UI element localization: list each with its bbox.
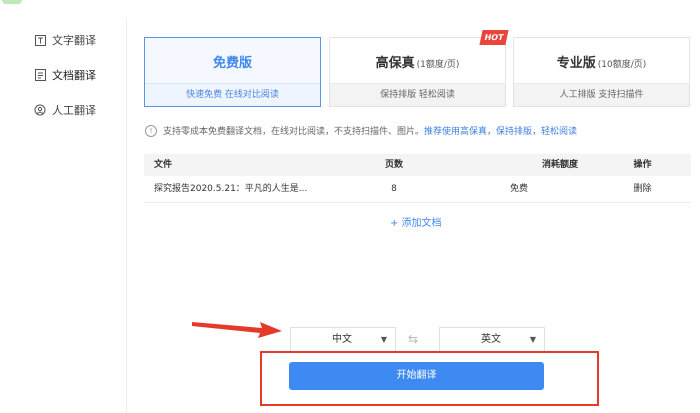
header-cost: 消耗额度	[541, 160, 578, 170]
logo-fragment	[2, 0, 22, 4]
notice-text: 支持零成本免费翻译文档，在线对比阅读，不支持扫描件、图片。	[163, 127, 425, 137]
annotation-arrow-icon	[192, 322, 282, 338]
sidebar-item-label: 文档翻译	[52, 69, 96, 82]
plan-card-professional[interactable]: 专业版 (10额度/页) 人工排版 支持扫描件	[513, 37, 690, 107]
main-panel: 免费版 快速免费 在线对比阅读 高保真 (1额度/页) 保持排版 轻松阅读 HOT…	[127, 18, 700, 413]
plan-title: 高保真	[375, 56, 415, 71]
sidebar-item-label: 文字翻译	[52, 34, 96, 47]
table-row: 探究报告2020.5.21：平凡的人生是... 8 免费 删除	[144, 176, 691, 203]
annotation-highlight-box	[260, 351, 599, 406]
document-icon	[34, 69, 46, 81]
source-language-select[interactable]: 中文 ▼	[290, 327, 396, 353]
sidebar-item-text-translate[interactable]: 文字翻译	[0, 24, 126, 56]
sidebar-item-human-translate[interactable]: 人工翻译	[0, 94, 126, 126]
top-bar	[0, 0, 700, 19]
notice-link[interactable]: 推荐使用高保真，保持排版，轻松阅读	[424, 124, 577, 137]
header-pages: 页数	[384, 160, 403, 170]
caret-down-icon: ▼	[529, 335, 536, 344]
sidebar: 文字翻译 文档翻译 人工翻译	[0, 18, 127, 413]
plan-desc: 保持排版 轻松阅读	[330, 83, 505, 106]
sidebar-item-document-translate[interactable]: 文档翻译	[0, 59, 126, 91]
swap-language-icon[interactable]: ⇆	[408, 332, 418, 346]
header-file: 文件	[154, 160, 173, 170]
plan-desc: 人工排版 支持扫描件	[514, 83, 689, 106]
plan-card-high-fidelity[interactable]: 高保真 (1额度/页) 保持排版 轻松阅读 HOT	[329, 30, 509, 107]
caret-down-icon: ▼	[380, 335, 387, 344]
info-icon: !	[145, 124, 157, 137]
text-t-icon	[34, 34, 46, 46]
target-language-select[interactable]: 英文 ▼	[439, 327, 545, 353]
delete-button[interactable]: 删除	[633, 184, 651, 194]
cost-value: 免费	[509, 184, 528, 194]
plan-desc: 快速免费 在线对比阅读	[145, 83, 320, 106]
target-language-value: 英文	[481, 334, 501, 345]
plan-cost: (10额度/页)	[597, 60, 647, 70]
header-action: 操作	[633, 160, 652, 170]
plan-title: 专业版	[556, 56, 596, 71]
plan-card-free[interactable]: 免费版 快速免费 在线对比阅读	[144, 37, 321, 107]
notice: ! 支持零成本免费翻译文档，在线对比阅读，不支持扫描件、图片。 推荐使用高保真，…	[145, 124, 577, 137]
file-name: 探究报告2020.5.21：平凡的人生是...	[154, 184, 308, 194]
plan-cost: (1额度/页)	[416, 60, 460, 70]
plan-title: 免费版	[212, 56, 252, 71]
source-language-value: 中文	[332, 334, 352, 345]
add-document-button[interactable]: + 添加文档	[390, 214, 442, 229]
person-icon	[34, 104, 46, 116]
sidebar-item-label: 人工翻译	[52, 104, 96, 117]
hot-badge: HOT	[479, 30, 509, 45]
document-table: 文件 页数 消耗额度 操作 探究报告2020.5.21：平凡的人生是... 8 …	[144, 154, 691, 203]
table-header: 文件 页数 消耗额度 操作	[144, 154, 691, 176]
page-count: 8	[391, 184, 397, 194]
